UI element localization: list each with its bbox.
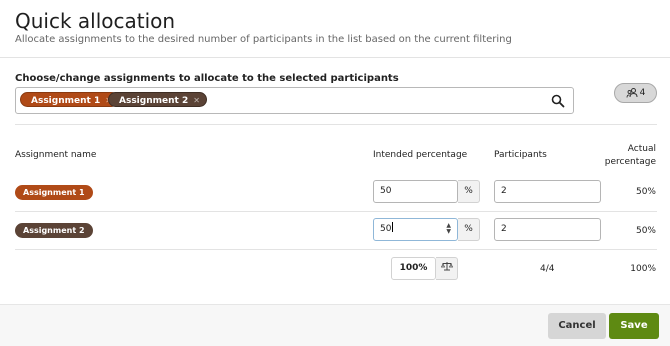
assignment-pill: Assignment 1 <box>15 185 93 200</box>
search-icon[interactable] <box>551 94 565 108</box>
row-divider <box>15 211 657 212</box>
actual-header-line1: Actual <box>627 144 656 154</box>
number-spinner[interactable]: ▲ ▼ <box>446 223 451 235</box>
total-participants: 4/4 <box>540 264 555 274</box>
assignment-pill: Assignment 2 <box>15 223 93 238</box>
header-divider <box>0 57 670 58</box>
column-header-actual-percentage: Actual percentage <box>605 143 656 169</box>
section-divider <box>15 124 657 125</box>
chip-label: Assignment 1 <box>31 96 101 106</box>
percent-suffix: % <box>458 218 480 241</box>
participant-count: 4 <box>639 88 646 98</box>
participant-count-button[interactable]: 4 <box>614 83 657 103</box>
cancel-button[interactable]: Cancel <box>548 313 606 339</box>
dialog-footer: Cancel Save <box>0 304 670 346</box>
balance-scale-icon <box>440 262 453 271</box>
actual-header-line2: percentage <box>604 157 656 167</box>
text-caret <box>392 222 394 232</box>
actual-percentage: 50% <box>635 187 656 197</box>
participants-input[interactable]: 2 <box>494 218 601 241</box>
dialog-title: Quick allocation <box>15 9 176 33</box>
save-button[interactable]: Save <box>609 313 659 339</box>
column-header-intended-percentage: Intended percentage <box>373 150 468 160</box>
input-value: 50 <box>380 224 392 234</box>
total-intended-percentage: 100% <box>391 257 436 280</box>
chip-remove-icon[interactable]: ✕ <box>193 96 200 105</box>
dialog-subtitle: Allocate assignments to the desired numb… <box>15 34 512 45</box>
balance-button[interactable] <box>436 257 458 280</box>
row-divider <box>15 249 657 250</box>
chip-label: Assignment 2 <box>119 96 189 106</box>
intended-percentage-input[interactable]: 50 ▲ ▼ <box>373 218 458 241</box>
actual-percentage: 50% <box>635 226 656 236</box>
assignment-tag-input[interactable]: Assignment 1✕ Assignment 2 ✕ <box>15 87 574 114</box>
participants-input[interactable]: 2 <box>494 180 601 203</box>
assignment-selector-label: Choose/change assignments to allocate to… <box>15 73 399 84</box>
total-actual-percentage: 100% <box>630 264 656 274</box>
assignment-chip[interactable]: Assignment 2 ✕ <box>108 92 207 107</box>
percent-suffix: % <box>458 180 480 203</box>
intended-percentage-input[interactable]: 50 <box>373 180 458 203</box>
column-header-participants: Participants <box>494 150 547 160</box>
users-icon <box>626 88 638 98</box>
column-header-assignment-name: Assignment name <box>15 150 97 160</box>
assignment-chip[interactable]: Assignment 1✕ <box>20 92 119 107</box>
